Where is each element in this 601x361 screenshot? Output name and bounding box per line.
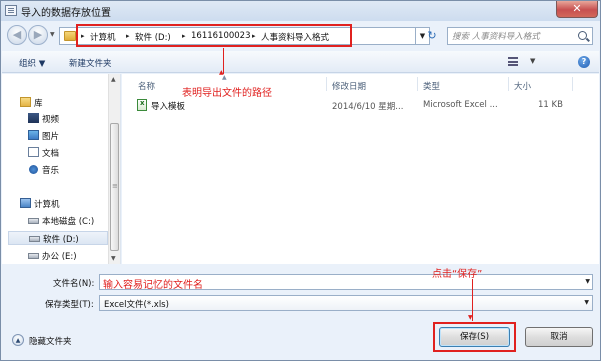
column-header-size[interactable]: 大小 xyxy=(514,80,531,92)
nav-item-label: 音乐 xyxy=(42,166,60,176)
organize-menu[interactable]: 组织 ▼ xyxy=(19,57,45,69)
navigation-pane: 库 视频 图片 文档 音乐 计算机 本地磁盘 (C:) 软件 (D:) 办公 (… xyxy=(2,74,121,264)
close-button[interactable]: ✕ xyxy=(556,1,598,18)
view-options-icon[interactable] xyxy=(508,57,518,66)
annotation-filename-note: 输入容易记忆的文件名 xyxy=(103,280,203,291)
nav-item-label: 视频 xyxy=(42,115,60,125)
nav-item-drive-d[interactable]: 软件 (D:) xyxy=(8,231,108,245)
annotation-path-box xyxy=(76,24,352,47)
file-row[interactable]: 导入模板 2014/6/10 星期... Microsoft Excel ...… xyxy=(122,98,599,113)
file-type: Microsoft Excel ... xyxy=(423,100,498,110)
column-header-modified[interactable]: 修改日期 xyxy=(332,80,366,92)
column-divider[interactable] xyxy=(326,77,327,91)
view-options-dropdown[interactable]: ▼ xyxy=(530,57,535,65)
help-icon[interactable]: ? xyxy=(578,56,590,68)
annotation-save-note: 点击“保存” xyxy=(432,269,483,280)
scroll-up-arrow-icon[interactable]: ▲ xyxy=(111,76,116,83)
file-modified: 2014/6/10 星期... xyxy=(332,102,404,112)
nav-item-label: 图片 xyxy=(42,132,60,142)
collapse-icon: ▲ xyxy=(12,334,24,346)
scroll-down-arrow-icon[interactable]: ▼ xyxy=(111,255,116,262)
new-folder-button[interactable]: 新建文件夹 xyxy=(69,57,112,69)
drive-icon xyxy=(28,218,39,224)
documents-icon xyxy=(28,147,39,157)
search-box[interactable] xyxy=(447,27,593,45)
search-icon[interactable] xyxy=(578,31,587,40)
cancel-button[interactable]: 取消 xyxy=(525,327,593,347)
title-bar: 导入的数据存放位置 ✕ xyxy=(1,1,600,21)
navigation-scrollbar[interactable]: ▲ ≡ ▼ xyxy=(108,74,120,264)
excel-file-icon xyxy=(137,99,147,111)
annotation-save-box xyxy=(433,322,516,352)
annotation-arrowhead-icon: ▲ xyxy=(219,69,224,76)
nav-item-label: 库 xyxy=(34,99,43,109)
nav-item-label: 本地磁盘 (C:) xyxy=(42,217,95,227)
filetype-select[interactable]: Excel文件(*.xls) ▼ xyxy=(99,295,593,311)
drive-icon xyxy=(29,236,40,242)
pictures-icon xyxy=(28,130,39,140)
column-header-name[interactable]: 名称 xyxy=(138,80,155,92)
window-title: 导入的数据存放位置 xyxy=(21,8,111,19)
column-header-type[interactable]: 类型 xyxy=(423,80,440,92)
nav-item-label: 办公 (E:) xyxy=(42,252,77,262)
column-divider[interactable] xyxy=(417,77,418,91)
column-divider[interactable] xyxy=(508,77,509,91)
back-button[interactable]: ◀ xyxy=(7,25,27,45)
filetype-value: Excel文件(*.xls) xyxy=(104,300,169,310)
music-icon xyxy=(29,165,38,174)
nav-item-label: 软件 (D:) xyxy=(43,235,79,245)
hide-folders-label: 隐藏文件夹 xyxy=(29,337,72,347)
save-dialog: 导入的数据存放位置 ✕ ◀ ▶ ▼ ▸ 计算机 ▸ 软件 (D:) ▸ 1611… xyxy=(0,0,601,361)
annotation-arrowhead-icon: ▼ xyxy=(468,314,473,321)
video-icon xyxy=(28,113,39,123)
column-divider[interactable] xyxy=(572,77,573,91)
computer-icon xyxy=(20,198,31,208)
recent-locations-dropdown[interactable]: ▼ xyxy=(50,31,56,38)
annotation-path-note: 表明导出文件的路径 xyxy=(182,88,272,99)
dialog-icon xyxy=(5,5,17,16)
folder-icon xyxy=(64,31,76,41)
filetype-dropdown-icon[interactable]: ▼ xyxy=(584,299,589,306)
file-list: ▲ 名称 修改日期 类型 大小 导入模板 2014/6/10 星期... Mic… xyxy=(122,74,599,264)
filetype-label: 保存类型(T): xyxy=(45,300,94,310)
drive-icon xyxy=(28,253,39,259)
search-input[interactable] xyxy=(452,30,570,43)
filename-dropdown-icon[interactable]: ▼ xyxy=(585,278,590,285)
nav-item-label: 文档 xyxy=(42,149,60,159)
command-bar: 组织 ▼ 新建文件夹 ▼ ? xyxy=(2,51,599,73)
scrollbar-grip-icon: ≡ xyxy=(112,182,118,190)
refresh-icon[interactable]: ↻ xyxy=(423,27,441,45)
nav-item-label: 计算机 xyxy=(34,200,60,210)
filename-label: 文件名(N): xyxy=(53,279,95,289)
library-icon xyxy=(20,97,31,107)
file-name: 导入模板 xyxy=(151,102,186,112)
forward-button[interactable]: ▶ xyxy=(28,25,48,45)
file-size: 11 KB xyxy=(538,100,563,110)
